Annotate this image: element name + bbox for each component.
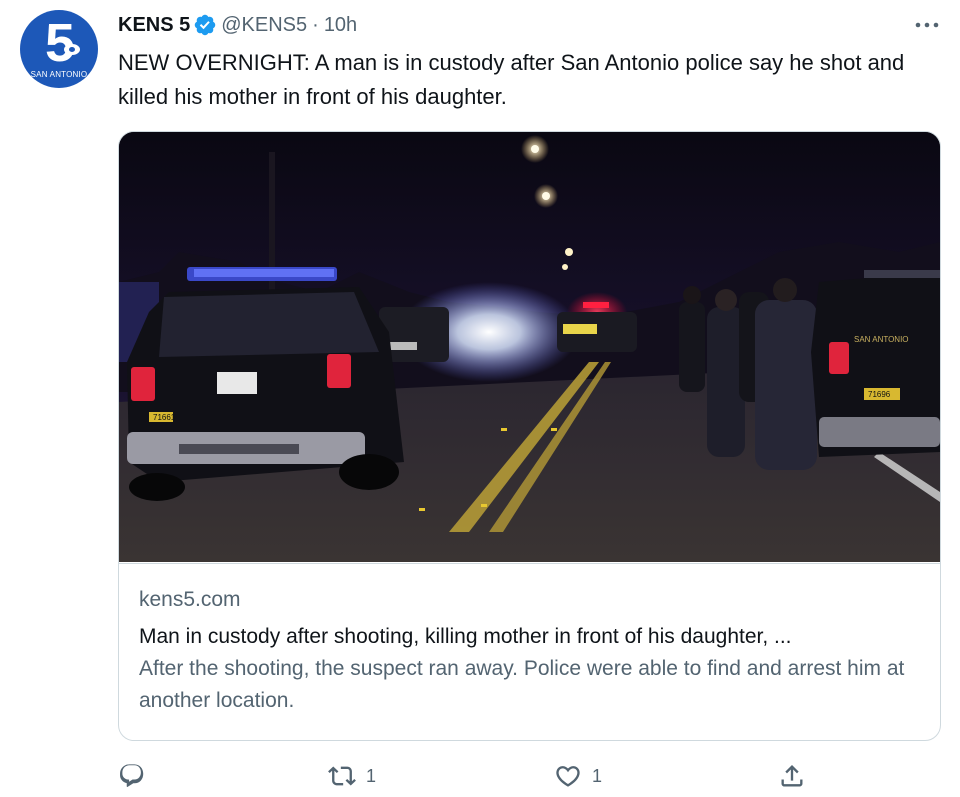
header-separator: · [312, 13, 319, 36]
tweet-header: KENS 5 @KENS5 · 10h [118, 12, 357, 38]
more-options-icon[interactable] [912, 12, 942, 38]
like-button[interactable]: 1 [554, 760, 602, 792]
retweet-button[interactable]: 1 [328, 760, 376, 792]
account-handle[interactable]: @KENS5 [221, 14, 307, 37]
avatar-city-label: SAN ANTONIO [30, 70, 88, 79]
card-image[interactable]: 71661 71696 SAN ANTONIO [119, 132, 940, 562]
card-domain: kens5.com [139, 588, 241, 611]
account-name[interactable]: KENS 5 [118, 14, 190, 37]
cbs-eye-icon [64, 44, 80, 55]
like-count: 1 [592, 765, 603, 786]
card-title: Man in custody after shooting, killing m… [139, 625, 792, 648]
reply-icon [118, 762, 146, 790]
vehicle-door-text: SAN ANTONIO [854, 335, 909, 344]
heart-icon [554, 762, 582, 790]
avatar-logo-number: 5 [44, 13, 75, 73]
share-button[interactable] [778, 760, 806, 792]
tweet-actions: 1 1 [118, 756, 948, 796]
vehicle-number-right: 71696 [868, 390, 891, 399]
avatar[interactable]: 5 SAN ANTONIO [20, 10, 98, 88]
verified-badge-icon [193, 13, 217, 37]
link-card[interactable]: 71661 71696 SAN ANTONIO kens5.com Man in… [118, 131, 941, 741]
share-icon [778, 762, 806, 790]
retweet-icon [328, 762, 356, 790]
card-meta[interactable]: kens5.com Man in custody after shooting,… [119, 563, 940, 717]
retweet-count: 1 [366, 765, 377, 786]
card-description: After the shooting, the suspect ran away… [139, 657, 905, 712]
tweet-timestamp[interactable]: 10h [324, 14, 357, 37]
tweet-text: NEW OVERNIGHT: A man is in custody after… [118, 50, 905, 109]
reply-button[interactable] [118, 760, 146, 792]
vehicle-number-left: 71661 [153, 413, 176, 422]
